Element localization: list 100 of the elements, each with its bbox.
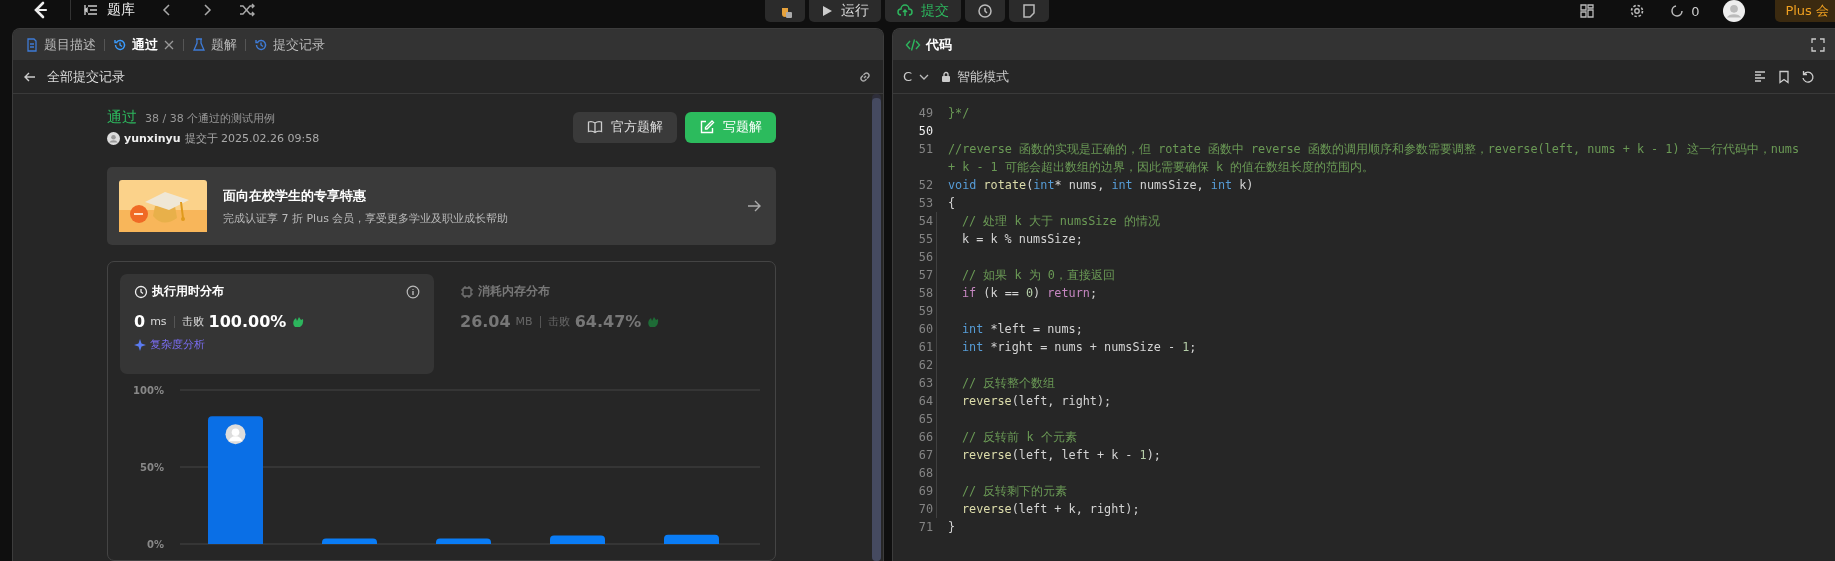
line-number: 59 xyxy=(917,303,933,320)
stat-title: 执行用时分布 xyxy=(152,283,224,301)
close-icon[interactable] xyxy=(163,38,175,51)
plus-button[interactable]: Plus 会 xyxy=(1775,0,1835,22)
mode-label[interactable]: 智能模式 xyxy=(940,67,1010,86)
run-button[interactable]: 运行 xyxy=(809,0,882,22)
note-button[interactable] xyxy=(1009,0,1050,22)
edit-icon xyxy=(699,119,715,135)
code-line: k = k % numsSize; xyxy=(962,232,1083,246)
stat-title: 消耗内存分布 xyxy=(478,283,550,301)
debug-button[interactable] xyxy=(765,0,806,22)
line-number: 65 xyxy=(917,411,933,428)
streak-icon xyxy=(1669,3,1686,19)
code-line: // 反转前 k 个元素 xyxy=(962,430,1077,444)
history-icon xyxy=(254,37,268,52)
username[interactable]: yunxinyu xyxy=(124,132,181,145)
line-number: 67 xyxy=(917,447,933,464)
chip-icon xyxy=(460,284,474,299)
line-number: 62 xyxy=(917,357,933,374)
shuffle-icon[interactable] xyxy=(239,2,255,18)
flask-icon xyxy=(192,37,206,52)
avatar-icon[interactable] xyxy=(1723,0,1746,22)
line-number: 53 xyxy=(917,195,933,212)
submit-button[interactable]: 提交 xyxy=(885,0,962,22)
bar[interactable] xyxy=(322,539,377,545)
code-line: // 反转剩下的元素 xyxy=(962,484,1068,498)
timer-button[interactable] xyxy=(965,0,1006,22)
clock-icon xyxy=(977,3,994,19)
code-line: } xyxy=(948,520,956,534)
code-line: int *left = nums; xyxy=(962,322,1083,336)
back-link[interactable]: 全部提交记录 xyxy=(23,67,125,86)
scrollbar[interactable] xyxy=(872,94,881,561)
beats-value: 100.00% xyxy=(208,312,287,332)
stat-card[interactable]: 执行用时分布 0 ms 击败 100.00% 复杂度分析 xyxy=(120,274,434,375)
line-number: 56 xyxy=(917,249,933,266)
code-line: int *right = nums + numsSize - 1; xyxy=(962,340,1197,354)
line-number: 55 xyxy=(917,231,933,248)
code-line: // 反转整个数组 xyxy=(962,376,1056,390)
upload-icon xyxy=(897,3,914,19)
avatar-icon xyxy=(107,132,120,145)
bar[interactable] xyxy=(436,539,491,545)
line-number: 52 xyxy=(917,177,933,194)
fullscreen-icon[interactable] xyxy=(1811,37,1825,52)
promo-card[interactable]: 面向在校学生的专享特惠 完成认证享 7 折 Plus 会员，享受更多学业及职业成长帮助 xyxy=(107,167,776,246)
book-icon xyxy=(587,119,603,135)
code-line: reverse(left, left + k - 1); xyxy=(962,448,1161,462)
test-count: 38 / 38 个通过的测试用例 xyxy=(145,111,276,126)
list-icon xyxy=(83,2,99,18)
axis-label: 0% xyxy=(147,539,164,551)
problem-list-link[interactable]: 题库 xyxy=(70,0,135,20)
reset-icon[interactable] xyxy=(1801,69,1815,84)
line-number: 71 xyxy=(917,519,933,536)
stat-unit: MB xyxy=(515,315,533,329)
promo-title: 面向在校学生的专享特惠 xyxy=(223,186,367,205)
line-number: 57 xyxy=(917,267,933,284)
history-icon xyxy=(113,37,127,52)
bookmark-icon[interactable] xyxy=(1777,69,1791,84)
language-dropdown[interactable]: C xyxy=(903,69,931,84)
settings-icon[interactable] xyxy=(1629,3,1646,19)
document-icon xyxy=(25,37,39,52)
line-number: 68 xyxy=(917,465,933,482)
bar[interactable] xyxy=(664,535,719,545)
line-number: 69 xyxy=(917,483,933,500)
line-number: 61 xyxy=(917,339,933,356)
beats-value: 64.47% xyxy=(574,312,642,332)
axis-label: 50% xyxy=(140,462,164,474)
format-icon[interactable] xyxy=(1753,69,1767,84)
line-number: 64 xyxy=(917,393,933,410)
code-line: // 如果 k 为 0，直接返回 xyxy=(962,268,1115,282)
line-number: 51 xyxy=(917,141,933,158)
sparkle-icon xyxy=(134,338,146,351)
solution-button[interactable]: 官方题解 xyxy=(573,111,677,143)
line-number: 50 xyxy=(917,123,933,140)
stat-value: 0 xyxy=(134,312,146,332)
beats-label: 击败 xyxy=(181,314,204,330)
code-line: }*/ xyxy=(948,106,970,120)
panel-tab[interactable]: 通过 xyxy=(111,35,177,54)
panel-tab[interactable]: 题解 xyxy=(190,35,239,54)
clock-icon xyxy=(134,284,148,299)
panel-tab[interactable]: 题目描述 xyxy=(23,35,98,54)
stat-unit: ms xyxy=(150,315,167,329)
streak-counter[interactable]: 0 xyxy=(1669,0,1700,22)
panel-tab[interactable]: 提交记录 xyxy=(252,35,327,54)
code-tab[interactable]: 代码 xyxy=(903,35,954,54)
layout-icon[interactable] xyxy=(1579,3,1596,19)
line-number: 54 xyxy=(917,213,933,230)
bar[interactable] xyxy=(208,416,263,545)
code-line: // 处理 k 大于 numsSize 的情况 xyxy=(962,214,1160,228)
line-number: 63 xyxy=(917,375,933,392)
code-line: //reverse 函数的实现是正确的，但 rotate 函数中 reverse 函数的调用顺序和参数需要调整，reverse(left, nums + k - 1) 这一行代码中，nums + k - 1 可能会超出数组的边界，因此需要确保 k 的值在数组长度的范围内。 xyxy=(948,142,1801,174)
bar[interactable] xyxy=(550,535,605,545)
axis-label: 100% xyxy=(133,385,164,397)
promo-subtitle: 完成认证享 7 折 Plus 会员，享受更多学业及职业成长帮助 xyxy=(223,210,509,226)
code-line: reverse(left, right); xyxy=(962,394,1112,408)
info-icon[interactable] xyxy=(406,284,420,299)
line-number: 70 xyxy=(917,501,933,518)
code-line: { xyxy=(948,196,956,210)
note-icon xyxy=(1021,3,1038,19)
code-line: if (k == 0) return; xyxy=(962,286,1097,300)
submit-time: 提交于 2025.02.26 09:58 xyxy=(184,131,320,146)
